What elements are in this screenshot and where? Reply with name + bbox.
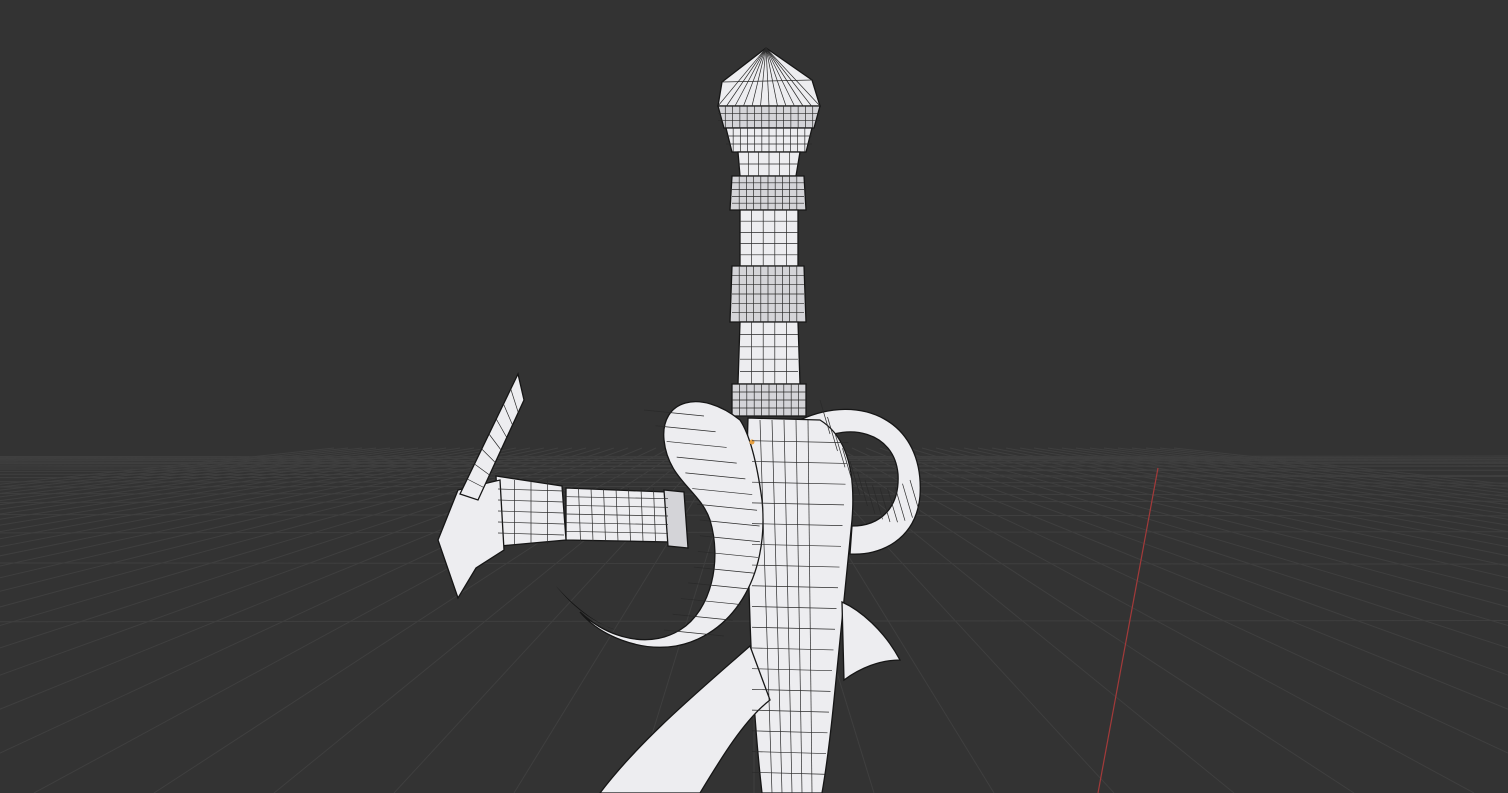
wire-edge: [864, 479, 876, 515]
object-origin-dot: [749, 439, 755, 445]
grid-line: [0, 447, 531, 557]
grid-line: [0, 447, 475, 526]
viewport-scene[interactable]: [0, 0, 1508, 793]
grid-line: [0, 447, 349, 488]
blade-spike-right: [841, 600, 902, 682]
blade-body: [746, 417, 854, 793]
grip-middle: [739, 209, 799, 267]
sword-mesh-object[interactable]: [437, 47, 921, 793]
grid-line: [0, 447, 405, 502]
grid-line: [0, 447, 517, 548]
3d-viewport[interactable]: [0, 0, 1508, 793]
x-axis-line: [1097, 467, 1159, 793]
lower-guard-curve: [599, 644, 771, 793]
grid-line: [0, 447, 391, 498]
grid-line: [0, 447, 419, 506]
grip-lower: [737, 321, 801, 385]
